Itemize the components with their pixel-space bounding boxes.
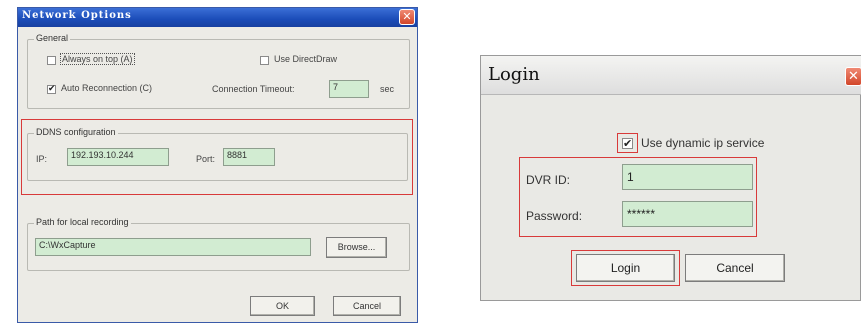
network-options-dialog: Network Options ✕ General Always on top … xyxy=(17,7,418,323)
connection-timeout-input[interactable]: 7 xyxy=(329,80,369,98)
recording-path-input[interactable]: C:\WxCapture xyxy=(35,238,311,256)
always-on-top-label[interactable]: Always on top (A) xyxy=(60,53,135,65)
checkmark-icon: ✔ xyxy=(48,84,56,94)
connection-timeout-unit: sec xyxy=(380,84,395,94)
login-close-button[interactable]: ✕ xyxy=(845,67,861,86)
login-button[interactable]: Login xyxy=(576,254,675,282)
dynamic-ip-checkbox[interactable]: ✔ xyxy=(622,138,633,149)
recording-path-legend: Path for local recording xyxy=(34,217,131,227)
recording-path-group: Path for local recording C:\WxCapture Br… xyxy=(27,217,410,271)
network-options-close-button[interactable]: ✕ xyxy=(399,9,415,25)
checkmark-icon: ✔ xyxy=(623,137,633,150)
general-group: General Always on top (A) Use DirectDraw… xyxy=(27,33,410,109)
connection-timeout-label: Connection Timeout: xyxy=(212,84,295,94)
browse-button[interactable]: Browse... xyxy=(326,237,387,258)
auto-reconnection-checkbox[interactable]: ✔ xyxy=(47,85,56,94)
network-options-title: Network Options xyxy=(22,10,132,21)
login-cancel-button[interactable]: Cancel xyxy=(685,254,785,282)
use-directdraw-checkbox[interactable] xyxy=(260,56,269,65)
auto-reconnection-label[interactable]: Auto Reconnection (C) xyxy=(61,83,152,93)
login-title: Login xyxy=(488,64,540,85)
login-dialog: Login ✕ ✔ Use dynamic ip service DVR ID:… xyxy=(480,55,861,301)
ddns-highlight-box xyxy=(21,119,413,195)
login-titlebar[interactable]: Login ✕ xyxy=(481,56,861,95)
close-icon: ✕ xyxy=(402,10,412,23)
general-legend: General xyxy=(34,33,71,43)
dvr-id-input[interactable]: 1 xyxy=(622,164,753,190)
network-options-titlebar[interactable]: Network Options ✕ xyxy=(18,8,417,27)
password-label: Password: xyxy=(526,209,583,223)
password-input[interactable]: ****** xyxy=(622,201,753,227)
close-icon: ✕ xyxy=(848,69,859,84)
use-directdraw-label[interactable]: Use DirectDraw xyxy=(274,54,337,64)
always-on-top-checkbox[interactable] xyxy=(47,56,56,65)
ok-button[interactable]: OK xyxy=(250,296,315,316)
dvr-id-label: DVR ID: xyxy=(526,173,571,187)
dynamic-ip-label[interactable]: Use dynamic ip service xyxy=(641,136,764,150)
cancel-button[interactable]: Cancel xyxy=(333,296,401,316)
